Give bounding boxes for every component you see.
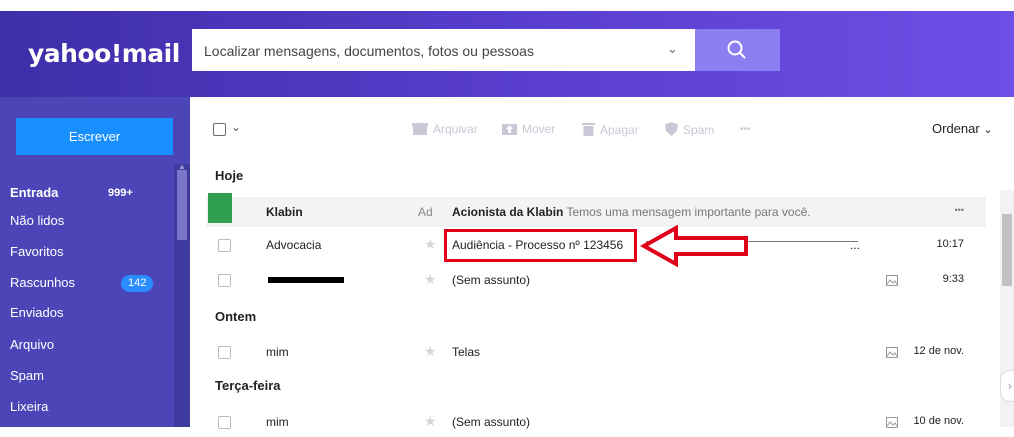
ad-subject: Acionista da Klabin Temos uma mensagem i… [452,205,811,219]
search-box[interactable]: ⌄ [192,29,695,73]
row-checkbox[interactable] [218,274,231,287]
star-icon[interactable]: ★ [424,413,437,430]
spam-label: Spam [683,123,715,137]
star-icon[interactable]: ★ [424,271,437,288]
folder-label: Lixeira [10,399,49,414]
section-heading-tuesday: Terça-feira [215,378,281,393]
message-toolbar: ⌄ Arquivar Mover Apagar Spam ••• Ordenar… [190,97,1014,160]
folder-label: Não lidos [10,213,65,228]
chevron-down-icon[interactable]: ⌄ [667,41,678,57]
folder-drafts[interactable]: Rascunhos 142 [10,269,174,297]
archive-label: Arquivar [433,122,478,136]
folder-unread[interactable]: Não lidos [10,207,174,235]
sort-chevron-icon: ⌄ [983,124,993,136]
row-checkbox[interactable] [218,416,231,429]
move-icon [502,124,517,135]
redacted-sender [268,277,344,283]
shield-icon [665,122,678,136]
folder-label: Enviados [10,305,64,320]
folder-starred[interactable]: Favoritos [10,238,174,266]
star-icon[interactable]: ★ [424,236,437,253]
folder-label: Arquivo [10,337,55,352]
folder-label: Rascunhos [10,275,76,290]
compose-button[interactable]: Escrever [16,118,173,155]
select-options-chevron-icon[interactable]: ⌄ [231,120,241,134]
folder-label: Favoritos [10,244,64,259]
folder-sent[interactable]: Enviados [10,299,174,327]
move-button[interactable]: Mover [502,122,555,136]
section-heading-yesterday: Ontem [215,309,257,324]
section-heading-today: Hoje [215,168,244,183]
message-sender: Advocacia [266,238,322,252]
sort-label: Ordenar [932,121,980,136]
message-row[interactable]: ★ (Sem assunto) 9:33 [206,265,986,295]
ad-more-button[interactable]: ••• [955,205,964,215]
trash-icon [582,123,595,136]
drafts-count-badge: 142 [121,275,154,292]
ad-preview: Temos uma mensagem importante para você. [566,205,811,219]
search-icon [727,40,746,59]
sidebar-scrollbar[interactable]: ▲ [174,162,190,427]
message-time: 12 de nov. [913,345,964,357]
folder-spam[interactable]: Spam [10,362,174,390]
red-arrow-annotation [640,225,748,268]
search-button[interactable] [695,29,780,71]
search-input[interactable] [202,29,646,73]
scrollbar-thumb[interactable] [177,170,187,240]
image-attachment-icon [886,275,898,286]
klabin-ad-logo [208,193,232,223]
folder-label: Entrada [10,185,59,200]
archive-icon [412,123,428,135]
spam-button[interactable]: Spam [665,122,714,137]
message-sender: mim [266,345,289,359]
row-checkbox[interactable] [218,346,231,359]
message-time: 9:33 [942,273,964,285]
archive-button[interactable]: Arquivar [412,122,478,136]
ad-sender: Klabin [266,205,303,219]
yahoo-mail-logo[interactable]: yahoo!mail [28,39,180,68]
next-page-chevron-icon[interactable]: › [1000,370,1014,402]
message-time: 10 de nov. [913,415,964,427]
preview-ellipsis: ... [850,238,861,252]
folder-archive[interactable]: Arquivo [10,331,174,359]
message-subject: (Sem assunto) [452,273,531,287]
unread-count: 999+ [108,187,133,199]
folder-trash[interactable]: Lixeira [10,393,174,421]
message-subject: Telas [452,345,481,359]
select-all-checkbox[interactable] [213,123,226,136]
more-actions-button[interactable]: ••• [740,124,751,135]
ad-tag: Ad [418,205,433,219]
ad-title: Acionista da Klabin [452,205,564,219]
image-attachment-icon [886,347,898,358]
image-attachment-icon [886,417,898,428]
move-label: Mover [522,122,556,136]
ad-row[interactable]: Klabin Ad Acionista da Klabin Temos uma … [206,193,986,227]
scrollbar-thumb[interactable] [1002,214,1012,286]
top-strip [0,0,1014,11]
row-checkbox[interactable] [218,239,231,252]
sidebar: Escrever Entrada 999+ Não lidos Favorito… [0,97,190,427]
delete-button[interactable]: Apagar [582,122,639,137]
message-row[interactable]: mim ★ Telas 12 de nov. [206,337,986,367]
highlight-box [444,229,637,262]
delete-label: Apagar [600,123,639,137]
star-icon[interactable]: ★ [424,343,437,360]
sort-button[interactable]: Ordenar ⌄ [932,121,993,136]
folder-label: Spam [10,368,44,383]
folder-inbox[interactable]: Entrada 999+ [10,179,174,207]
message-row[interactable]: mim ★ (Sem assunto) 10 de nov. [206,407,986,437]
message-time: 10:17 [936,238,964,250]
app-header: yahoo!mail ⌄ [0,11,1014,97]
